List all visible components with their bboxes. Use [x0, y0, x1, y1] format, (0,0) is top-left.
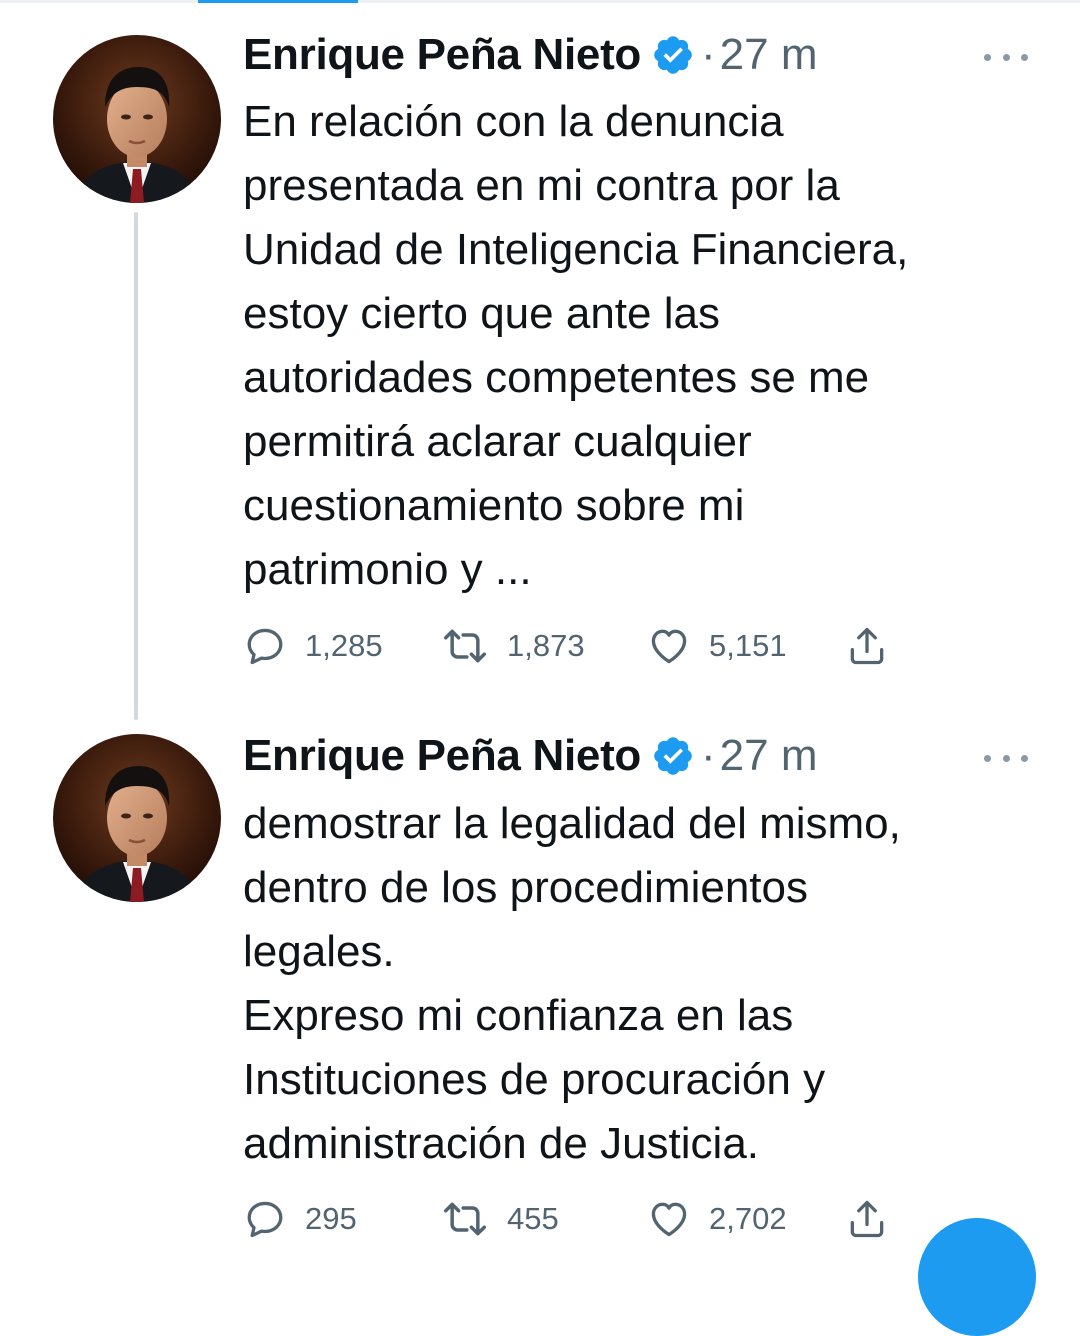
share-upload-icon	[850, 1200, 884, 1238]
tweet-text-line: estoy cierto que ante las	[243, 289, 720, 338]
verified-badge-icon	[651, 734, 695, 778]
active-tab-underline	[198, 0, 358, 3]
top-tab-indicator	[0, 0, 1080, 3]
like-count: 2,702	[709, 1201, 787, 1236]
time-separator: ·	[701, 731, 716, 780]
tweet-text-line: legales.	[243, 927, 395, 976]
tweet-text-line: Expreso mi confianza en las	[243, 991, 794, 1040]
like-button[interactable]: 2,702	[647, 1194, 787, 1244]
tweet-text-line: patrimonio y ...	[243, 545, 532, 594]
retweet-button[interactable]: 455	[441, 1194, 559, 1244]
heart-icon	[651, 1202, 687, 1237]
timestamp[interactable]: 27 m	[720, 30, 818, 80]
tweet-text-line: cuestionamiento sobre mi	[243, 481, 745, 530]
tweet-header: Enrique Peña Nieto · 27 m	[243, 726, 818, 786]
share-button[interactable]	[845, 1194, 889, 1244]
tweet-text-line: demostrar la legalidad del mismo,	[243, 799, 901, 848]
reply-count: 295	[305, 1201, 357, 1236]
tweet-header: Enrique Peña Nieto · 27 m	[243, 25, 818, 85]
tweet-text-line: En relación con la denuncia	[243, 97, 784, 146]
avatar[interactable]	[53, 734, 221, 902]
retweet-count: 455	[507, 1201, 559, 1236]
share-button[interactable]	[845, 621, 889, 671]
tweet-text-line: Unidad de Inteligencia Financiera,	[243, 225, 909, 274]
retweet-icon	[444, 629, 486, 663]
tweet-text: En relación con la denuncia presentada e…	[243, 90, 1043, 602]
like-count: 5,151	[709, 628, 787, 663]
tweet-text-line: presentada en mi contra por la	[243, 161, 840, 210]
retweet-button[interactable]: 1,873	[441, 621, 585, 671]
tweet-text-line: autoridades competentes se me	[243, 353, 870, 402]
author-name[interactable]: Enrique Peña Nieto	[243, 30, 641, 80]
reply-button[interactable]: 1,285	[243, 621, 383, 671]
reply-button[interactable]: 295	[243, 1194, 357, 1244]
compose-tweet-button[interactable]	[918, 1218, 1036, 1336]
retweet-count: 1,873	[507, 628, 585, 663]
like-button[interactable]: 5,151	[647, 621, 787, 671]
heart-icon	[651, 629, 687, 664]
more-dots-icon[interactable]	[984, 47, 1028, 67]
thread-connector-line	[134, 212, 138, 720]
author-name[interactable]: Enrique Peña Nieto	[243, 731, 641, 781]
tweet-text-line: Instituciones de procuración y	[243, 1055, 826, 1104]
share-upload-icon	[850, 627, 884, 665]
timestamp[interactable]: 27 m	[720, 731, 818, 781]
avatar[interactable]	[53, 35, 221, 203]
reply-bubble-icon	[247, 628, 283, 665]
retweet-icon	[444, 1202, 486, 1236]
reply-count: 1,285	[305, 628, 383, 663]
time-separator: ·	[701, 30, 716, 79]
tweet-text-line: permitirá aclarar cualquier	[243, 417, 752, 466]
reply-bubble-icon	[247, 1201, 283, 1238]
more-dots-icon[interactable]	[984, 748, 1028, 768]
verified-badge-icon	[651, 33, 695, 77]
tweet-text-line: dentro de los procedimientos	[243, 863, 808, 912]
tweet-text: demostrar la legalidad del mismo, dentro…	[243, 792, 1043, 1176]
tweet-text-line: administración de Justicia.	[243, 1119, 760, 1168]
